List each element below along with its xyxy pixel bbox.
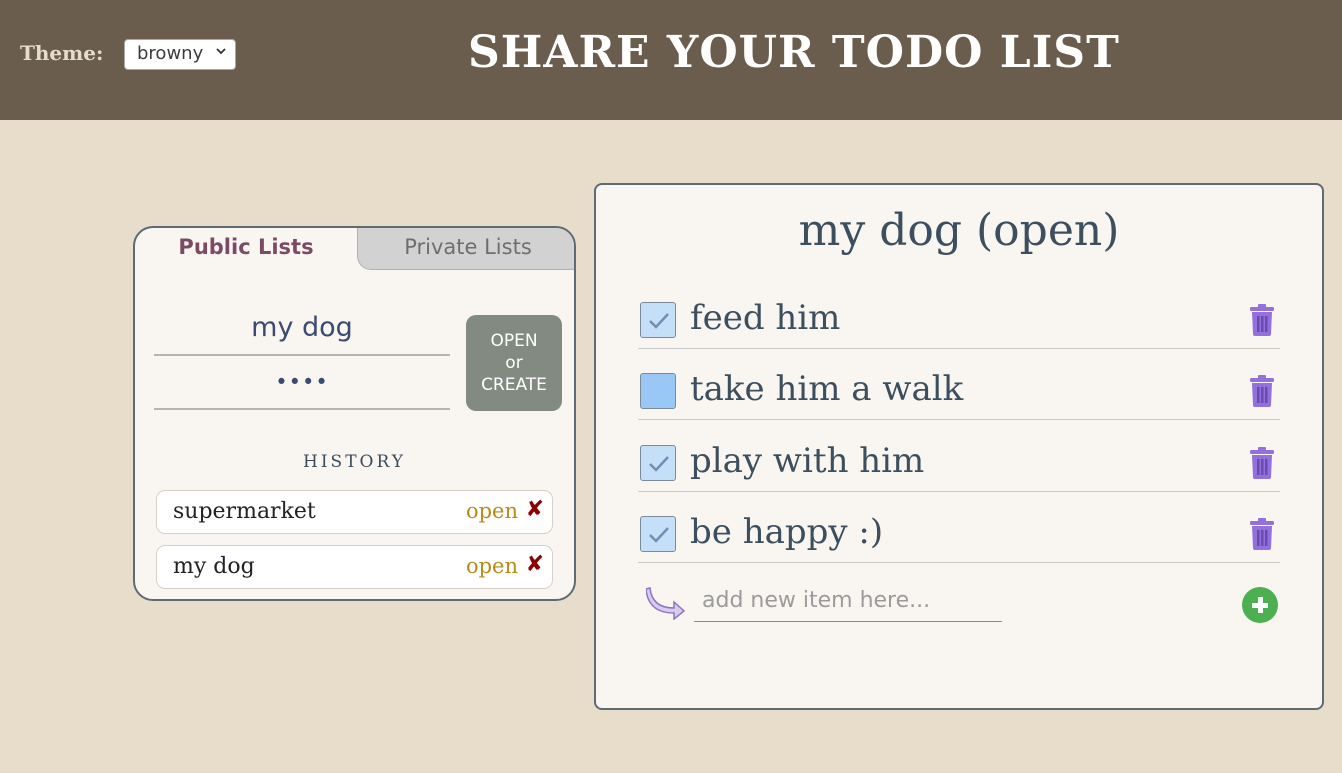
list-selector-panel: Public Lists Private Lists my dog •••• O… [133,226,576,601]
list-name-input[interactable]: my dog [154,312,450,356]
open-or-create-button[interactable]: OPEN or CREATE [466,315,562,411]
history-open-link[interactable]: open [466,499,518,523]
todo-list-panel: my dog (open) feed him take him a walk p… [594,183,1324,710]
check-icon [649,313,669,329]
todo-text[interactable]: play with him [690,441,924,481]
theme-label: Theme: [20,41,104,65]
todo-text[interactable]: take him a walk [690,369,963,409]
tab-private-lists[interactable]: Private Lists [357,228,574,270]
history-item-name: supermarket [173,499,316,524]
open-button-line3: CREATE [481,375,547,395]
history-open-link[interactable]: open [466,554,518,578]
page-title: SHARE YOUR TODO LIST [468,27,1120,78]
history-item: supermarket open ✘ [156,490,553,534]
plus-circle-icon[interactable] [1242,587,1278,623]
todo-item: take him a walk [638,369,1280,420]
check-icon [649,456,669,472]
trash-icon[interactable] [1249,375,1275,411]
trash-icon[interactable] [1249,447,1275,483]
history-item-name: my dog [173,554,255,579]
todo-checkbox[interactable] [640,302,676,338]
todo-item: feed him [638,298,1280,349]
curved-arrow-icon [645,586,686,624]
todo-text[interactable]: feed him [690,298,840,338]
todo-item: play with him [638,441,1280,492]
app-header: Theme: browny SHARE YOUR TODO LIST [0,0,1342,120]
remove-icon[interactable]: ✘ [526,497,544,522]
open-button-line2: or [505,353,523,373]
password-input[interactable]: •••• [154,364,450,410]
todo-text[interactable]: be happy :) [690,512,883,552]
todo-checkbox[interactable] [640,516,676,552]
check-icon [649,527,669,543]
add-item-input[interactable]: add new item here... [694,588,1002,622]
open-button-line1: OPEN [490,331,538,351]
trash-icon[interactable] [1249,518,1275,554]
list-title: my dog (open) [798,205,1120,256]
trash-icon[interactable] [1249,304,1275,340]
todo-checkbox[interactable] [640,445,676,481]
remove-icon[interactable]: ✘ [526,552,544,577]
tab-public-lists[interactable]: Public Lists [135,228,357,268]
history-item: my dog open ✘ [156,545,553,589]
todo-checkbox[interactable] [640,373,676,409]
theme-select[interactable]: browny [124,39,236,70]
chevron-down-icon [216,45,226,60]
theme-select-value: browny [137,43,204,64]
history-title: HISTORY [303,452,406,472]
todo-item: be happy :) [638,512,1280,563]
